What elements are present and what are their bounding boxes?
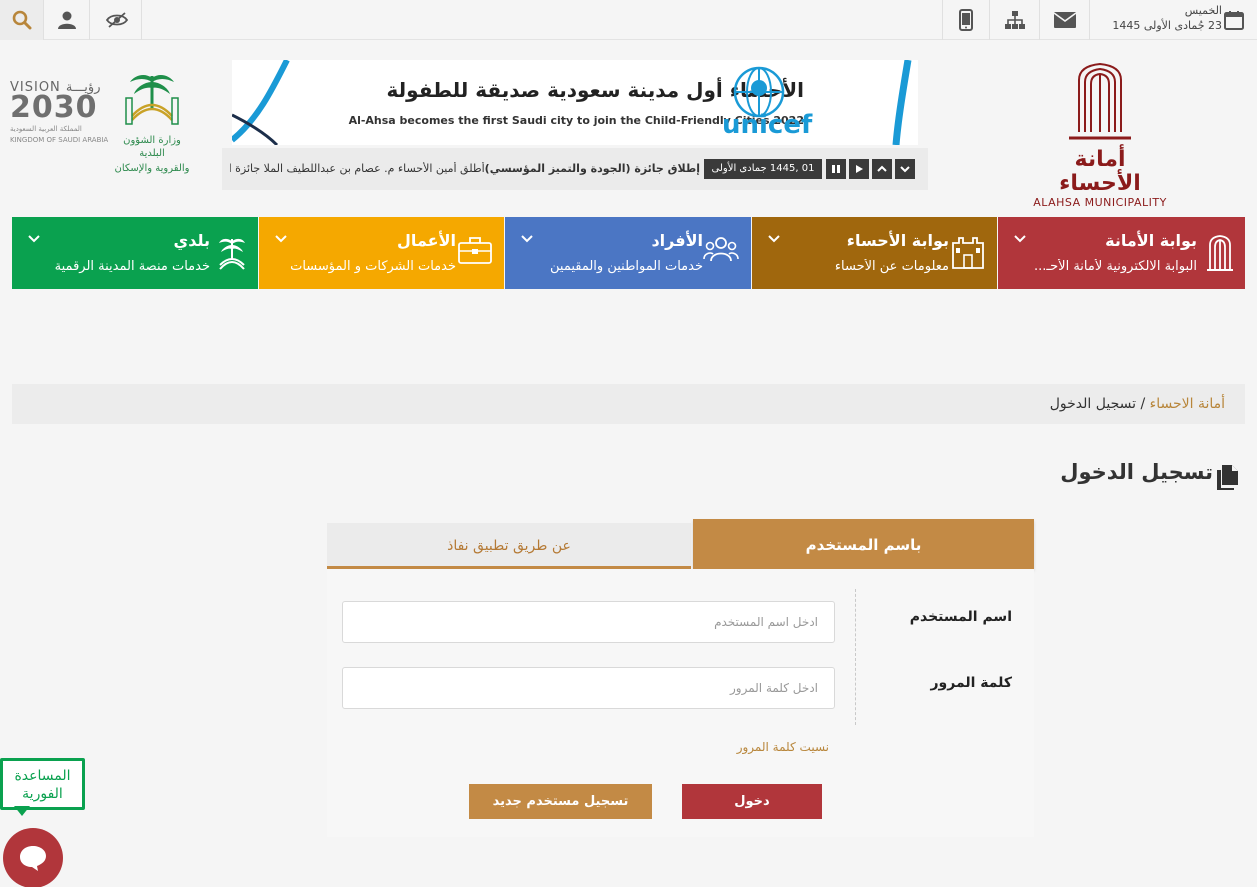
ticker-headline[interactable]: إطلاق جائزة (الجودة والتميز المؤسسي)أطلق…	[230, 162, 700, 175]
nav-tile-balady[interactable]: بلدي خدمات منصة المدينة الرقمية	[12, 217, 258, 289]
instant-help-bubble[interactable]: المساعدة الفورية	[0, 758, 85, 810]
fort-icon	[952, 237, 984, 269]
briefcase-icon	[458, 237, 492, 264]
breadcrumb-separator: /	[1136, 396, 1150, 412]
eye-slash-icon	[105, 12, 128, 28]
chevron-down-icon	[1014, 235, 1026, 243]
user-button[interactable]	[44, 0, 90, 40]
breadcrumb-home-link[interactable]: أمانة الاحساء	[1150, 396, 1225, 412]
news-banner[interactable]: الأحساء أول مدينة سعودية صديقة للطفولة A…	[232, 60, 918, 145]
mobile-app-button[interactable]	[942, 0, 990, 40]
envelope-icon	[1053, 12, 1076, 28]
news-ticker: إطلاق جائزة (الجودة والتميز المؤسسي)أطلق…	[222, 148, 928, 190]
tower-icon	[1207, 235, 1233, 271]
chevron-down-icon	[521, 235, 533, 243]
nav-tile-subtitle: خدمات المواطنين والمقيمين	[550, 259, 703, 274]
chevron-down-icon	[900, 166, 910, 173]
chevron-down-icon	[28, 235, 40, 243]
palm-swords-emblem-icon	[125, 75, 179, 125]
day-name: الخميس	[1184, 4, 1222, 17]
sitemap-icon	[1004, 11, 1025, 29]
play-icon	[856, 165, 863, 173]
nav-tile-amanah-portal[interactable]: بوابة الأمانة البوابة الالكترونية لأمانة…	[998, 217, 1245, 289]
pause-icon	[832, 165, 840, 173]
nav-tile-subtitle: معلومات عن الأحساء	[834, 259, 949, 274]
chevron-up-icon	[877, 165, 887, 172]
date-display: الخميس 23 جُمادى الأولى 1445	[1092, 3, 1222, 33]
ticker-headline-bold: إطلاق جائزة (الجودة والتميز المؤسسي)	[484, 162, 700, 175]
search-icon	[12, 10, 31, 30]
login-button[interactable]: دخول	[682, 784, 822, 819]
banner-decoration-left	[232, 60, 290, 145]
nav-tile-title: بوابة الأحساء	[846, 231, 949, 250]
ticker-date: 01 ,1445 جمادى الأولى	[704, 159, 822, 179]
vision-sub-ar: المملكة العربية السعودية	[10, 125, 82, 133]
contact-button[interactable]	[1040, 0, 1090, 40]
nav-tile-title: بوابة الأمانة	[1105, 231, 1197, 250]
nav-tile-individuals[interactable]: الأفراد خدمات المواطنين والمقيمين	[505, 217, 751, 289]
page-title: تسجيل الدخول	[1060, 460, 1213, 484]
nav-tile-ahsa-portal[interactable]: بوابة الأحساء معلومات عن الأحساء	[752, 217, 997, 289]
help-line2: الفورية	[22, 786, 63, 802]
calendar-icon	[1224, 11, 1244, 30]
username-input[interactable]	[342, 601, 835, 643]
nav-tile-title: الأفراد	[651, 231, 703, 250]
help-line1: المساعدة	[14, 768, 71, 784]
palm-emblem-icon	[219, 238, 245, 270]
login-method-tabs: عن طريق تطبيق نفاذ باسم المستخدم	[327, 519, 1034, 569]
chevron-down-icon	[275, 235, 287, 243]
forgot-password-link[interactable]: نسيت كلمة المرور	[677, 740, 829, 754]
accessibility-button[interactable]	[92, 0, 142, 40]
tab-nafath[interactable]: عن طريق تطبيق نفاذ	[327, 523, 691, 569]
ministry-name-line1: وزارة الشؤون البلدية	[123, 135, 181, 159]
breadcrumb: أمانة الاحساء / تسجيل الدخول	[12, 384, 1245, 424]
people-icon	[703, 237, 739, 262]
chat-bubble-icon	[20, 846, 46, 871]
hijri-date: 23 جُمادى الأولى 1445	[1112, 19, 1222, 32]
password-input[interactable]	[342, 667, 835, 709]
vision-sub-en: KINGDOM OF SAUDI ARABIA	[10, 136, 109, 144]
form-divider	[855, 589, 856, 725]
search-button[interactable]	[0, 0, 44, 40]
sitemap-button[interactable]	[990, 0, 1040, 40]
alahsa-municipality-logo[interactable]: أمانة الأحساء ALAHSA MUNICIPALITY	[1030, 62, 1170, 209]
nav-tile-subtitle: البوابة الالكترونية لأمانة الأحـ...	[1033, 259, 1197, 274]
nav-tile-title: بلدي	[173, 231, 210, 250]
vision-2030-logo[interactable]: VISION رؤيـــة 2030 المملكة العربية السع…	[10, 80, 110, 150]
mobile-icon	[959, 9, 973, 31]
nav-tile-title: الأعمال	[397, 231, 456, 250]
tab-username[interactable]: باسم المستخدم	[693, 519, 1034, 569]
ticker-down-button[interactable]	[895, 159, 915, 179]
logo-name-ar: أمانة الأحساء	[1059, 147, 1141, 196]
login-form: اسم المستخدم كلمة المرور نسيت كلمة المرو…	[327, 569, 1034, 837]
ticker-pause-button[interactable]	[826, 159, 846, 179]
ticker-up-button[interactable]	[872, 159, 892, 179]
ministry-name-line2: والقروية والإسكان	[114, 163, 190, 174]
ticker-headline-text: أطلق أمين الأحساء م. عصام بن عبداللطيف ا…	[230, 162, 485, 175]
logo-name-en: ALAHSA MUNICIPALITY	[1033, 196, 1167, 209]
breadcrumb-current: تسجيل الدخول	[1049, 396, 1136, 412]
register-button[interactable]: تسجيل مستخدم جديد	[469, 784, 652, 819]
nav-tile-subtitle: خدمات الشركات و المؤسسات	[290, 259, 456, 274]
municipality-emblem-icon	[1069, 62, 1131, 140]
vision-year: 2030	[10, 90, 98, 125]
password-label: كلمة المرور	[930, 675, 1012, 691]
user-icon	[57, 11, 76, 29]
nav-tile-business[interactable]: الأعمال خدمات الشركات و المؤسسات	[259, 217, 504, 289]
chevron-down-icon	[768, 235, 780, 243]
document-copy-icon	[1217, 465, 1238, 490]
top-bar: الخميس 23 جُمادى الأولى 1445	[0, 0, 1257, 40]
username-label: اسم المستخدم	[909, 609, 1012, 625]
unicef-wordmark: unicef	[722, 110, 813, 140]
chat-button[interactable]	[3, 828, 63, 887]
ticker-play-button[interactable]	[849, 159, 869, 179]
help-bubble-tail	[14, 806, 30, 816]
ministry-logo[interactable]: وزارة الشؤون البلدية والقروية والإسكان	[112, 70, 192, 174]
nav-tile-subtitle: خدمات منصة المدينة الرقمية	[54, 259, 210, 274]
